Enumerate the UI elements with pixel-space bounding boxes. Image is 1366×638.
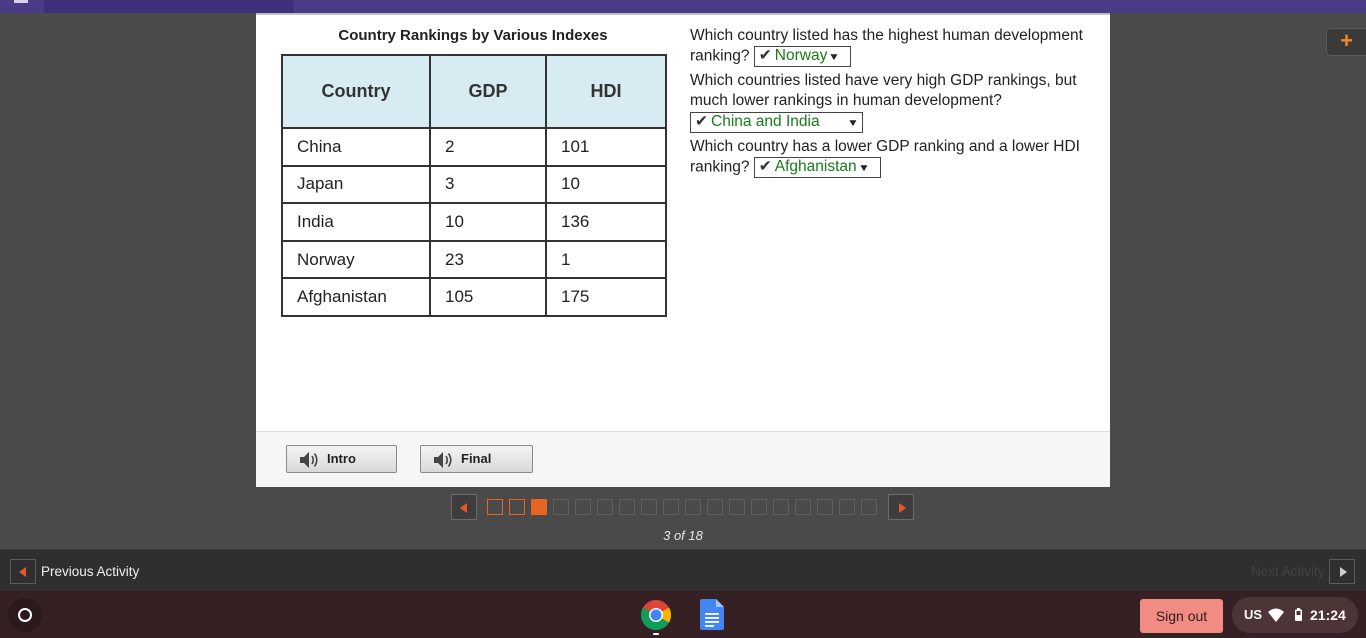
arrow-left-icon xyxy=(460,503,467,513)
panel-footer: Intro Final xyxy=(256,431,1110,487)
page-square-6[interactable] xyxy=(597,499,613,515)
page-square-9[interactable] xyxy=(663,499,679,515)
speaker-icon xyxy=(434,452,452,468)
speaker-icon xyxy=(300,452,318,468)
page-square-2[interactable] xyxy=(509,499,525,515)
gdp-cell: 105 xyxy=(429,277,547,317)
launcher-icon[interactable] xyxy=(8,598,42,632)
activity-navigation-bar: Previous Activity Next Activity xyxy=(0,549,1366,591)
question-text: Which countries listed have very high GD… xyxy=(690,72,1077,109)
gdp-cell: 2 xyxy=(429,127,547,167)
next-page-button[interactable] xyxy=(888,494,914,520)
page-square-4[interactable] xyxy=(553,499,569,515)
column-header-country: Country xyxy=(281,54,431,129)
next-activity-label: Next Activity xyxy=(1251,564,1325,579)
gdp-cell: 10 xyxy=(429,202,547,242)
final-label: Final xyxy=(461,451,492,466)
add-tool-button[interactable]: + xyxy=(1326,28,1366,56)
question-item: Which country has a lower GDP ranking an… xyxy=(690,137,1090,178)
table-title: Country Rankings by Various Indexes xyxy=(338,27,608,44)
selected-answer: China and India xyxy=(711,113,820,130)
question-item: Which countries listed have very high GD… xyxy=(690,71,1090,133)
country-cell: Japan xyxy=(281,164,431,205)
previous-page-button[interactable] xyxy=(451,494,477,520)
chevron-down-icon: ▼ xyxy=(828,52,841,63)
top-app-bar xyxy=(0,0,1366,13)
country-cell: Norway xyxy=(281,239,431,280)
gdp-cell: 23 xyxy=(429,239,547,280)
column-header-hdi: HDI xyxy=(545,54,667,129)
page-square-15[interactable] xyxy=(795,499,811,515)
previous-activity-label[interactable]: Previous Activity xyxy=(41,564,139,579)
google-docs-icon[interactable] xyxy=(700,599,724,630)
country-cell: Afghanistan xyxy=(281,277,431,317)
menu-icon[interactable] xyxy=(14,0,28,3)
country-cell: India xyxy=(281,202,431,242)
page-square-3[interactable] xyxy=(531,499,547,515)
table-row: India 10 136 xyxy=(281,202,667,242)
column-header-gdp: GDP xyxy=(429,54,547,129)
previous-activity-button[interactable] xyxy=(10,559,36,584)
arrow-right-icon xyxy=(1340,567,1347,577)
check-mark-icon: ✔ xyxy=(758,47,772,64)
chevron-down-icon: ▼ xyxy=(847,118,859,129)
page-square-14[interactable] xyxy=(773,499,789,515)
ime-indicator: US xyxy=(1244,607,1263,622)
page-square-13[interactable] xyxy=(751,499,767,515)
table-row: Japan 3 10 xyxy=(281,164,667,205)
check-mark-icon: ✔ xyxy=(758,158,772,175)
page-square-17[interactable] xyxy=(839,499,855,515)
question-list: Which country listed has the highest hum… xyxy=(690,26,1090,182)
os-shelf: Sign out US 21:24 xyxy=(0,591,1366,638)
intro-audio-button[interactable]: Intro xyxy=(286,445,397,473)
page-square-16[interactable] xyxy=(817,499,833,515)
hdi-cell: 101 xyxy=(545,127,667,167)
gdp-cell: 3 xyxy=(429,164,547,205)
sign-out-button[interactable]: Sign out xyxy=(1140,599,1223,633)
check-mark-icon: ✔ xyxy=(695,113,708,130)
arrow-right-icon xyxy=(899,503,906,513)
chevron-down-icon: ▼ xyxy=(857,163,870,174)
clock: 21:24 xyxy=(1310,607,1346,623)
hdi-cell: 1 xyxy=(545,239,667,280)
system-tray[interactable]: US 21:24 xyxy=(1232,597,1358,633)
intro-label: Intro xyxy=(327,451,356,466)
battery-icon xyxy=(1295,608,1302,621)
page-count: 3 of 18 xyxy=(663,528,703,543)
selected-answer: Norway xyxy=(774,47,828,64)
panel-divider xyxy=(256,13,1110,15)
chrome-icon[interactable] xyxy=(640,599,672,631)
page-square-18[interactable] xyxy=(861,499,877,515)
page-square-5[interactable] xyxy=(575,499,591,515)
rankings-table: Country GDP HDI China 2 101 Japan 3 10 I… xyxy=(281,54,667,317)
selected-answer: Afghanistan xyxy=(774,158,857,175)
table-row: China 2 101 xyxy=(281,127,667,167)
app-title-bar xyxy=(44,0,294,13)
table-row: Afghanistan 105 175 xyxy=(281,277,667,317)
question-item: Which country listed has the highest hum… xyxy=(690,26,1090,67)
answer-dropdown[interactable]: ✔ Norway▼ xyxy=(753,46,851,67)
wifi-icon xyxy=(1268,608,1284,622)
page-square-7[interactable] xyxy=(619,499,635,515)
hdi-cell: 136 xyxy=(545,202,667,242)
page-square-8[interactable] xyxy=(641,499,657,515)
next-activity-button[interactable] xyxy=(1329,559,1355,584)
table-header-row: Country GDP HDI xyxy=(281,54,667,129)
arrow-left-icon xyxy=(19,567,26,577)
table-row: Norway 23 1 xyxy=(281,239,667,280)
hdi-cell: 175 xyxy=(545,277,667,317)
country-cell: China xyxy=(281,127,431,167)
page-square-1[interactable] xyxy=(487,499,503,515)
answer-dropdown[interactable]: ✔ China and India ▼ xyxy=(690,112,863,133)
question-text: Which country has a lower GDP ranking an… xyxy=(690,138,1080,176)
page-square-12[interactable] xyxy=(729,499,745,515)
question-text: Which country listed has the highest hum… xyxy=(690,27,1083,65)
activity-panel: Country Rankings by Various Indexes Coun… xyxy=(256,13,1110,487)
hdi-cell: 10 xyxy=(545,164,667,205)
final-audio-button[interactable]: Final xyxy=(420,445,533,473)
answer-dropdown[interactable]: ✔ Afghanistan▼ xyxy=(753,157,881,178)
page-square-11[interactable] xyxy=(707,499,723,515)
running-indicator xyxy=(653,633,659,635)
page-square-10[interactable] xyxy=(685,499,701,515)
